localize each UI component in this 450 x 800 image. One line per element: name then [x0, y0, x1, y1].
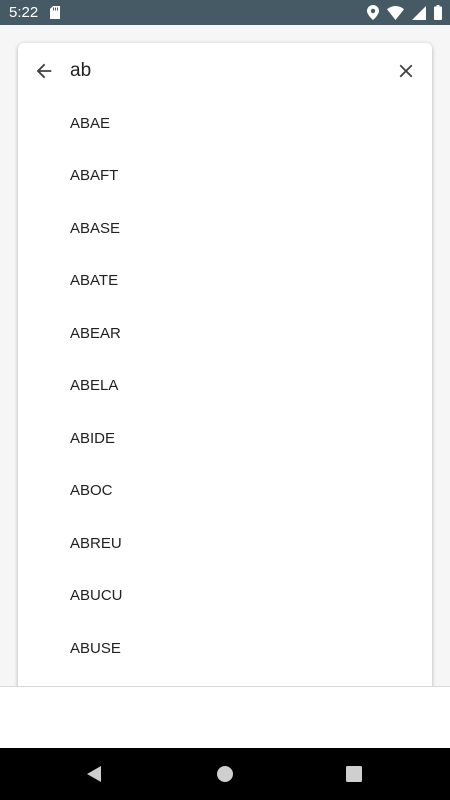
location-icon	[367, 5, 379, 20]
nav-recents-button[interactable]	[340, 760, 368, 788]
suggestion-item[interactable]: ABOC	[18, 465, 432, 518]
suggestion-list: ABAE ABAFT ABASE ABATE ABEAR ABELA ABIDE…	[18, 97, 432, 675]
nav-home-button[interactable]	[211, 760, 239, 788]
nav-home-icon	[217, 766, 233, 782]
nav-recents-icon	[346, 766, 362, 782]
arrow-back-icon	[36, 63, 52, 79]
suggestion-item[interactable]: ABUCU	[18, 570, 432, 623]
battery-icon	[434, 5, 442, 20]
clear-search-button[interactable]	[392, 57, 420, 85]
suggestion-item[interactable]: ABAFT	[18, 150, 432, 203]
suggestion-item[interactable]: ABELA	[18, 360, 432, 413]
signal-icon	[412, 5, 426, 20]
status-bar: 5:22	[0, 0, 450, 25]
close-icon	[399, 64, 413, 78]
suggestion-item[interactable]: ABREU	[18, 517, 432, 570]
navigation-bar	[0, 748, 450, 800]
suggestion-item[interactable]: ABATE	[18, 255, 432, 308]
status-icons	[367, 5, 442, 20]
nav-back-icon	[87, 766, 101, 782]
back-button[interactable]	[30, 57, 58, 85]
suggestion-item[interactable]: ABAE	[18, 97, 432, 150]
suggestion-item[interactable]: ABIDE	[18, 412, 432, 465]
nav-back-button[interactable]	[80, 760, 108, 788]
wifi-icon	[387, 5, 404, 20]
bottom-panel	[0, 686, 450, 748]
status-time: 5:22	[9, 4, 39, 21]
suggestion-item[interactable]: ABEAR	[18, 307, 432, 360]
sd-card-icon	[50, 6, 61, 19]
search-card: ABAE ABAFT ABASE ABATE ABEAR ABELA ABIDE…	[18, 43, 432, 743]
suggestion-item[interactable]: ABUSE	[18, 622, 432, 675]
search-input[interactable]	[70, 55, 370, 87]
suggestion-item[interactable]: ABASE	[18, 202, 432, 255]
search-header	[18, 43, 432, 99]
